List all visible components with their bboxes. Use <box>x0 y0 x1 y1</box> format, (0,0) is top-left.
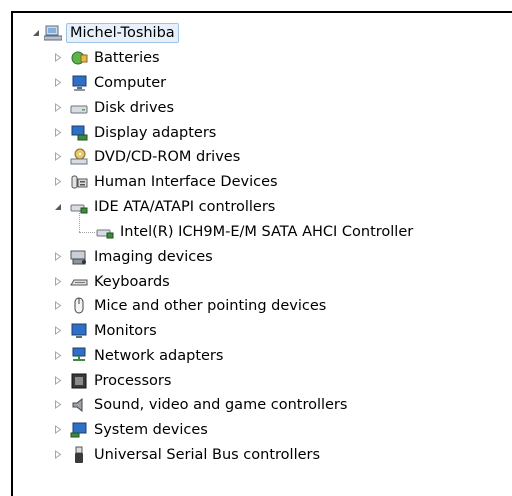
tree-child-sata-controller[interactable]: Intel(R) ICH9M-E/M SATA AHCI Controller <box>13 221 493 243</box>
tree-root[interactable]: Michel-Toshiba <box>13 22 493 44</box>
tree-child-label[interactable]: Intel(R) ICH9M-E/M SATA AHCI Controller <box>117 222 416 242</box>
tree-item-label[interactable]: Computer <box>91 73 169 93</box>
tree-item-batteries[interactable]: Batteries <box>13 47 493 69</box>
expand-arrow-icon[interactable] <box>53 376 62 385</box>
keyboard-icon <box>70 273 88 291</box>
tree-item-label[interactable]: DVD/CD-ROM drives <box>91 147 243 167</box>
expand-arrow-icon[interactable] <box>53 53 62 62</box>
tree-item-label[interactable]: Processors <box>91 371 174 391</box>
collapse-arrow-icon[interactable] <box>53 202 62 211</box>
expand-arrow-icon[interactable] <box>53 277 62 286</box>
tree-item-label[interactable]: Disk drives <box>91 98 177 118</box>
tree-root-label[interactable]: Michel-Toshiba <box>66 23 179 43</box>
tree-item-label[interactable]: Human Interface Devices <box>91 172 281 192</box>
collapse-arrow-icon[interactable] <box>31 28 40 37</box>
tree-item-label[interactable]: Batteries <box>91 48 163 68</box>
expand-arrow-icon[interactable] <box>53 351 62 360</box>
tree-item-keyboards[interactable]: Keyboards <box>13 271 493 293</box>
tree-item-sound-controllers[interactable]: Sound, video and game controllers <box>13 394 493 416</box>
expand-arrow-icon[interactable] <box>53 128 62 137</box>
tree-item-imaging-devices[interactable]: Imaging devices <box>13 246 493 268</box>
usb-icon <box>70 446 88 464</box>
tree-item-processors[interactable]: Processors <box>13 370 493 392</box>
tree-item-label[interactable]: Display adapters <box>91 123 219 143</box>
tree-item-label[interactable]: Universal Serial Bus controllers <box>91 445 323 465</box>
dvd-drive-icon <box>70 148 88 166</box>
tree-item-label[interactable]: IDE ATA/ATAPI controllers <box>91 197 278 217</box>
processor-icon <box>70 372 88 390</box>
tree-item-label[interactable]: Imaging devices <box>91 247 216 267</box>
expand-arrow-icon[interactable] <box>53 425 62 434</box>
expand-arrow-icon[interactable] <box>53 301 62 310</box>
disk-drive-icon <box>70 99 88 117</box>
monitor-icon <box>70 322 88 340</box>
expand-arrow-icon[interactable] <box>53 326 62 335</box>
tree-item-mice[interactable]: Mice and other pointing devices <box>13 295 493 317</box>
display-adapter-icon <box>70 124 88 142</box>
tree-item-ide-controllers[interactable]: IDE ATA/ATAPI controllers <box>13 196 493 218</box>
expand-arrow-icon[interactable] <box>53 78 62 87</box>
expand-arrow-icon[interactable] <box>53 450 62 459</box>
tree-item-network-adapters[interactable]: Network adapters <box>13 345 493 367</box>
tree-item-label[interactable]: Mice and other pointing devices <box>91 296 329 316</box>
sata-controller-icon <box>96 223 114 241</box>
tree-item-dvd-cdrom-drives[interactable]: DVD/CD-ROM drives <box>13 146 493 168</box>
computer-root-icon <box>44 24 62 42</box>
tree-item-disk-drives[interactable]: Disk drives <box>13 97 493 119</box>
tree-item-label[interactable]: Network adapters <box>91 346 226 366</box>
system-device-icon <box>70 421 88 439</box>
network-adapter-icon <box>70 347 88 365</box>
tree-item-display-adapters[interactable]: Display adapters <box>13 122 493 144</box>
expand-arrow-icon[interactable] <box>53 252 62 261</box>
sound-icon <box>70 396 88 414</box>
tree-item-system-devices[interactable]: System devices <box>13 419 493 441</box>
expand-arrow-icon[interactable] <box>53 177 62 186</box>
expand-arrow-icon[interactable] <box>53 152 62 161</box>
tree-item-human-interface-devices[interactable]: Human Interface Devices <box>13 171 493 193</box>
battery-icon <box>70 49 88 67</box>
tree-item-label[interactable]: Sound, video and game controllers <box>91 395 350 415</box>
device-manager-tree-panel: Michel-Toshiba Batteries Computer Disk d… <box>11 11 512 496</box>
imaging-device-icon <box>70 248 88 266</box>
tree-item-label[interactable]: Monitors <box>91 321 160 341</box>
expand-arrow-icon[interactable] <box>53 400 62 409</box>
tree-item-label[interactable]: System devices <box>91 420 211 440</box>
tree-item-label[interactable]: Keyboards <box>91 272 173 292</box>
mouse-icon <box>70 297 88 315</box>
expand-arrow-icon[interactable] <box>53 103 62 112</box>
tree-item-computer[interactable]: Computer <box>13 72 493 94</box>
tree-item-usb-controllers[interactable]: Universal Serial Bus controllers <box>13 444 493 466</box>
device-tree: Michel-Toshiba Batteries Computer Disk d… <box>13 13 512 496</box>
computer-icon <box>70 74 88 92</box>
hid-icon <box>70 173 88 191</box>
tree-item-monitors[interactable]: Monitors <box>13 320 493 342</box>
